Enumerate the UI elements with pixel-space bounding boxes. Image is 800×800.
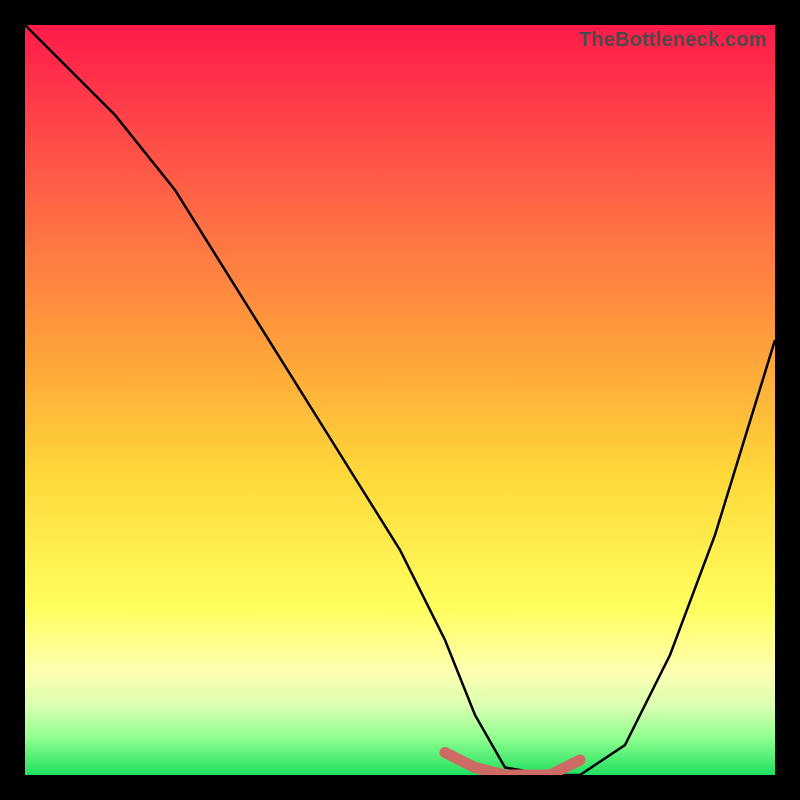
chart-plot-area: TheBottleneck.com <box>25 25 775 775</box>
highlight-segment-path <box>445 753 580 776</box>
bottleneck-curve-path <box>25 25 775 775</box>
chart-frame: TheBottleneck.com <box>0 0 800 800</box>
watermark-text: TheBottleneck.com <box>579 29 767 52</box>
chart-svg <box>25 25 775 775</box>
